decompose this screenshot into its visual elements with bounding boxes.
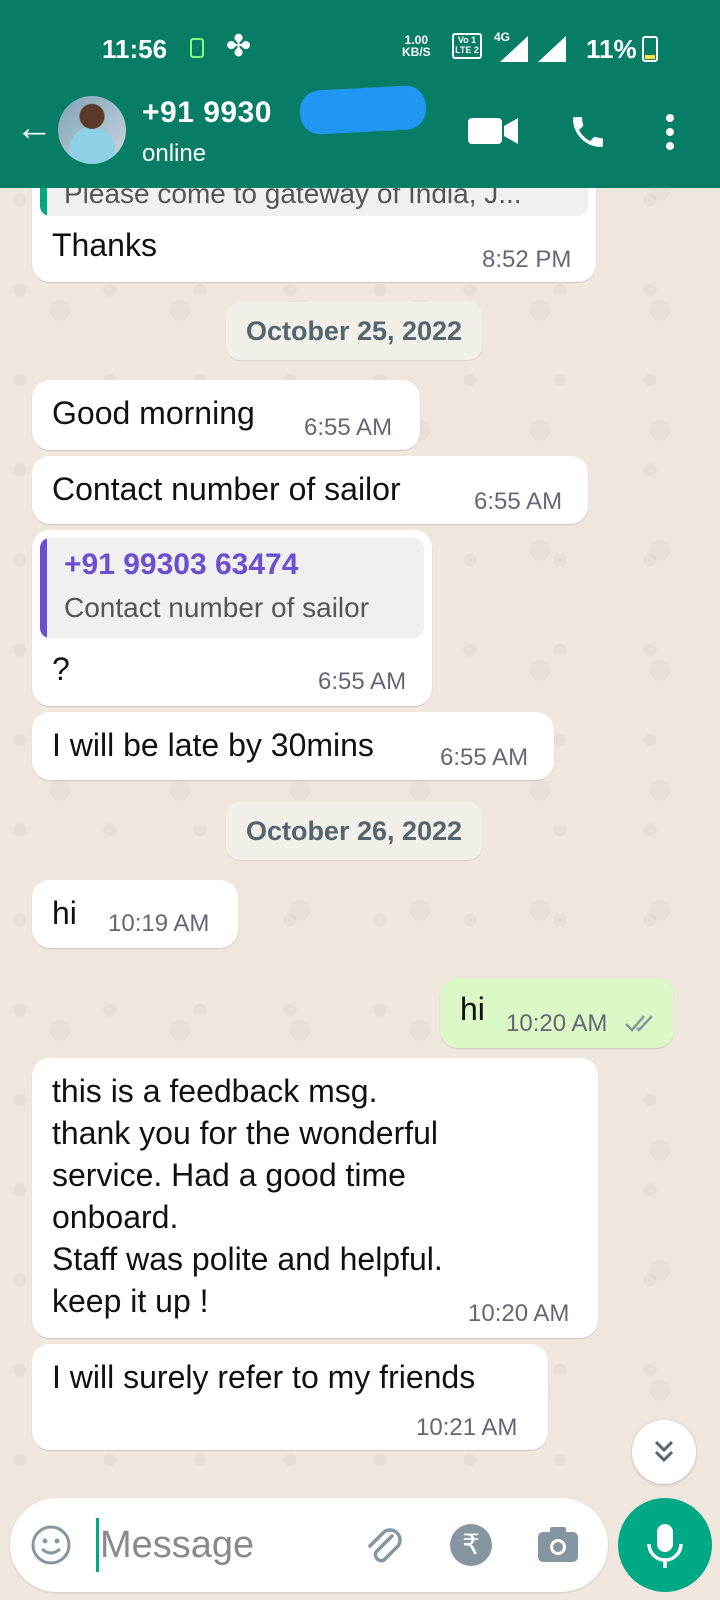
message-bubble-incoming[interactable]: this is a feedback msg. thank you for th… (32, 1058, 598, 1338)
message-time: 10:20 AM (468, 1300, 570, 1327)
voice-call-icon[interactable] (568, 112, 608, 152)
more-options-icon[interactable] (662, 112, 678, 152)
message-input[interactable] (100, 1516, 340, 1574)
message-time: 10:20 AM (506, 1010, 608, 1037)
message-time: 8:52 PM (482, 246, 572, 273)
network-speed: 1.00 KB/S (402, 33, 431, 59)
message-text: hi (460, 991, 485, 1027)
message-text: Thanks (52, 227, 157, 263)
battery-icon (642, 36, 658, 62)
contact-name[interactable]: +91 9930 (142, 96, 272, 130)
message-text: this is a feedback msg. thank you for th… (52, 1073, 443, 1319)
message-text: hi (52, 895, 77, 931)
message-bubble-incoming[interactable]: Good morning 6:55 AM (32, 380, 420, 450)
emoji-icon[interactable] (30, 1524, 72, 1566)
message-text: Good morning (52, 395, 255, 431)
contact-status: online (142, 140, 207, 167)
message-text: I will surely refer to my friends (52, 1359, 476, 1395)
rupee-payment-icon[interactable]: ₹ (450, 1524, 492, 1566)
message-text: I will be late by 30mins (52, 727, 374, 763)
status-bar: 11:56 ✤ 1.00 KB/S Vo 1 LTE 2 4G 11% (0, 0, 720, 92)
microphone-icon (647, 1524, 683, 1568)
status-time: 11:56 (102, 34, 168, 64)
quoted-message[interactable]: +91 99303 63474 Contact number of sailor (40, 538, 424, 638)
voice-message-button[interactable] (618, 1498, 712, 1592)
message-bubble-outgoing[interactable]: hi 10:20 AM (440, 978, 674, 1048)
message-text: Contact number of sailor (52, 471, 401, 507)
message-time: 6:55 AM (474, 488, 563, 515)
battery-percent: 11% (586, 34, 637, 64)
fan-app-icon: ✤ (226, 30, 252, 63)
chat-header: 11:56 ✤ 1.00 KB/S Vo 1 LTE 2 4G 11% ← +9… (0, 0, 720, 188)
attach-icon[interactable] (362, 1522, 404, 1568)
message-bubble-incoming[interactable]: I will surely refer to my friends 10:21 … (32, 1344, 548, 1450)
scroll-to-bottom-button[interactable] (632, 1420, 696, 1484)
message-bubble-incoming[interactable]: hi 10:19 AM (32, 880, 238, 948)
message-composer: ₹ (10, 1498, 608, 1592)
video-call-icon[interactable] (468, 116, 520, 146)
message-bubble-incoming[interactable]: I will be late by 30mins 6:55 AM (32, 712, 554, 780)
read-ticks-icon (625, 1015, 653, 1032)
message-time: 6:55 AM (304, 414, 393, 441)
message-text: ? (52, 651, 70, 687)
camera-icon[interactable] (536, 1524, 580, 1564)
message-bubble-incoming[interactable]: Contact number of sailor 6:55 AM (32, 456, 588, 524)
date-separator: October 26, 2022 (226, 802, 482, 860)
quote-accent-bar (40, 538, 47, 638)
message-time: 10:21 AM (416, 1414, 518, 1441)
text-cursor (96, 1518, 99, 1572)
signal-icon-sim1 (500, 36, 528, 62)
message-time: 6:55 AM (440, 744, 529, 771)
message-bubble-incoming[interactable]: +91 99303 63474 Contact number of sailor… (32, 530, 432, 706)
message-time: 10:19 AM (108, 910, 210, 937)
volte-icon: Vo 1 LTE 2 (452, 33, 482, 59)
redaction-mark (298, 84, 428, 136)
quote-text: Contact number of sailor (64, 592, 370, 623)
back-arrow-icon[interactable]: ← (14, 109, 54, 150)
signal-icon-sim2 (538, 36, 566, 62)
date-separator: October 25, 2022 (226, 302, 482, 360)
charging-icon (190, 38, 204, 58)
quote-author: +91 99303 63474 (64, 548, 299, 581)
message-time: 6:55 AM (318, 668, 407, 695)
double-chevron-down-icon (654, 1440, 674, 1463)
avatar[interactable] (58, 96, 126, 164)
